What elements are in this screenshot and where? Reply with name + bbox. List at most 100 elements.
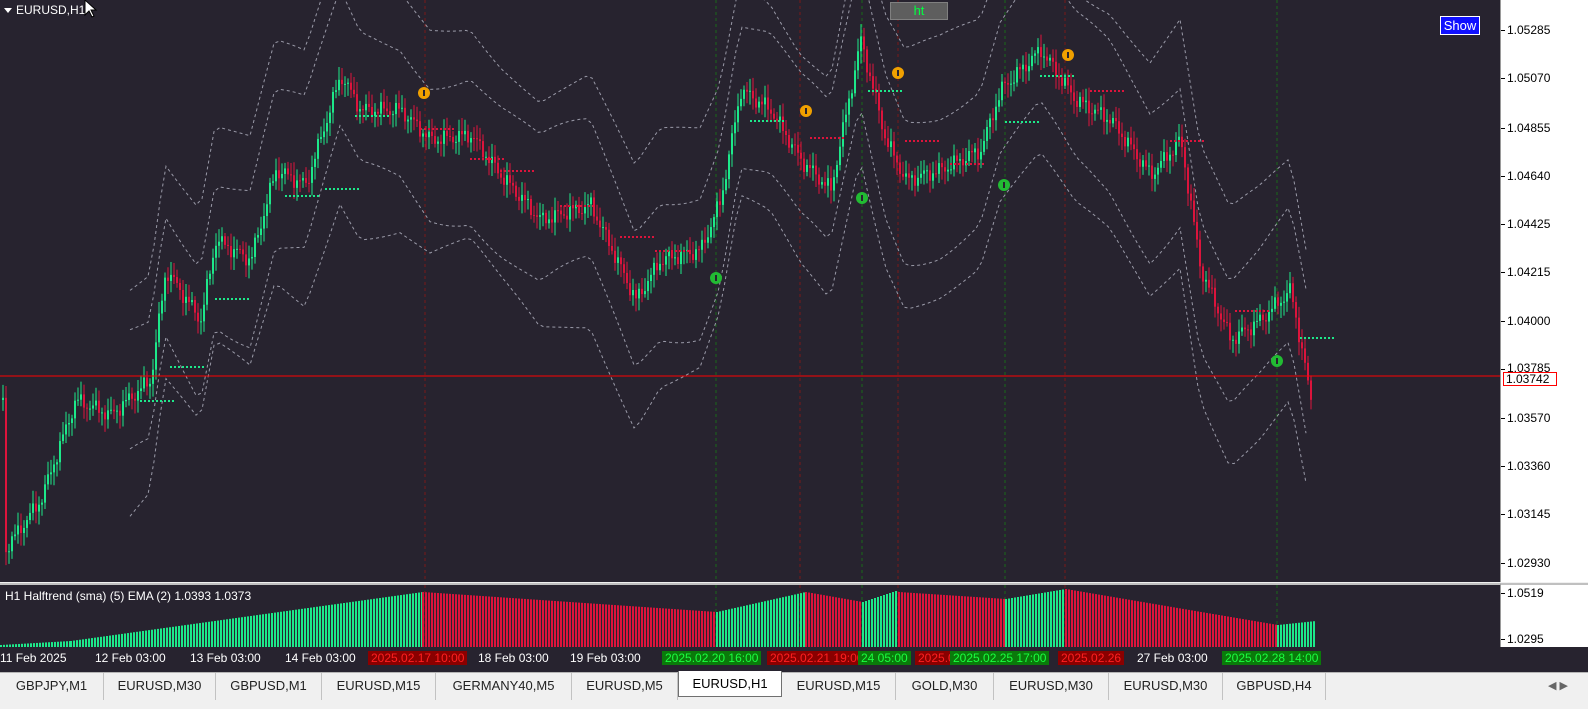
- candle-body: [245, 254, 247, 266]
- halftrend-dot: [325, 188, 327, 190]
- halftrend-dot: [620, 236, 622, 238]
- chart-menu-triangle-icon[interactable]: [4, 7, 12, 13]
- candle-body: [629, 283, 631, 296]
- candle-body: [749, 90, 751, 92]
- price-chart[interactable]: EURUSD,H1 ht Show: [0, 0, 1500, 582]
- tab-eurusd-m5[interactable]: EURUSD,M5: [572, 673, 678, 700]
- candle-body: [446, 130, 448, 136]
- candle-body: [833, 177, 835, 191]
- histogram-bar: [1215, 614, 1217, 647]
- candle-body: [1253, 321, 1255, 336]
- histogram-bar: [605, 604, 607, 647]
- candle-body: [776, 118, 778, 121]
- halftrend-dot: [909, 140, 911, 142]
- histogram-bar: [958, 595, 960, 647]
- tab-eurusd-m30[interactable]: EURUSD,M30: [104, 673, 216, 700]
- histogram-bar: [1260, 622, 1262, 647]
- indicator-scale[interactable]: 1.0519 1.0295: [1500, 583, 1588, 647]
- candle-body: [1025, 64, 1027, 72]
- tab-gbpusd-m1[interactable]: GBPUSD,M1: [216, 673, 322, 700]
- tab-eurusd-m30[interactable]: EURUSD,M30: [1109, 673, 1223, 700]
- tick-mark: [1501, 593, 1505, 594]
- halftrend-dot: [1021, 121, 1023, 123]
- candle-body: [263, 216, 265, 229]
- histogram-bar: [482, 596, 484, 647]
- histogram-bar: [193, 623, 195, 647]
- indicator-scale-label: 1.0519: [1507, 586, 1544, 600]
- tab-gbpusd-h4[interactable]: GBPUSD,H4: [1223, 673, 1326, 700]
- tab-eurusd-h1[interactable]: EURUSD,H1: [678, 671, 782, 697]
- ht-button[interactable]: ht: [890, 2, 948, 20]
- histogram-bar: [259, 614, 261, 647]
- histogram-bar: [1191, 610, 1193, 647]
- halftrend-dot: [1060, 75, 1062, 77]
- halftrend-dot: [1263, 310, 1265, 312]
- price-scale[interactable]: 1.05285 1.05070 1.04855 1.04640 1.04425 …: [1500, 0, 1588, 582]
- histogram-bar: [928, 593, 930, 647]
- candle-body: [107, 410, 109, 420]
- halftrend-dot: [1190, 140, 1192, 142]
- candle-body: [113, 409, 115, 412]
- histogram-bar: [464, 594, 466, 647]
- candle-body: [332, 91, 334, 113]
- halftrend-dot: [1182, 140, 1184, 142]
- candle-body: [581, 213, 583, 215]
- histogram-bar: [226, 619, 228, 647]
- halftrend-dot: [814, 137, 816, 139]
- histogram-bar: [653, 607, 655, 647]
- time-axis[interactable]: 11 Feb 2025 12 Feb 03:00 13 Feb 03:00 14…: [0, 647, 1588, 672]
- price-label: 1.04215: [1507, 265, 1551, 279]
- tab-gbpjpy-m1[interactable]: GBPJPY,M1: [0, 673, 104, 700]
- candle-body: [83, 394, 85, 408]
- histogram-bar: [145, 630, 147, 647]
- candle-body: [995, 106, 997, 121]
- candle-body: [611, 245, 613, 251]
- candle-body: [1007, 83, 1009, 85]
- tab-eurusd-m30[interactable]: EURUSD,M30: [994, 673, 1109, 700]
- halftrend-dot: [884, 90, 886, 92]
- histogram-bar: [235, 618, 237, 647]
- tab-eurusd-m15[interactable]: EURUSD,M15: [322, 673, 436, 700]
- histogram-bar: [325, 605, 327, 647]
- chart-canvas[interactable]: [0, 0, 1500, 582]
- halftrend-indicator-window[interactable]: H1 Halftrend (sma) (5) EMA (2) 1.0393 1.…: [0, 583, 1500, 647]
- tab-eurusd-m15[interactable]: EURUSD,M15: [782, 673, 896, 700]
- histogram-bar: [298, 609, 300, 647]
- halftrend-dot: [675, 250, 677, 252]
- candle-body: [1187, 167, 1189, 194]
- candle-body: [590, 197, 592, 205]
- histogram-bar: [91, 638, 93, 647]
- current-price-label: 1.03742: [1503, 372, 1557, 386]
- tab-gold-m30[interactable]: GOLD,M30: [896, 673, 994, 700]
- time-label: 27 Feb 03:00: [1137, 651, 1208, 665]
- histogram-bar: [862, 602, 864, 647]
- histogram-bar: [1059, 590, 1061, 647]
- chart-symbol-title[interactable]: EURUSD,H1: [4, 3, 85, 17]
- histogram-bar: [826, 595, 828, 647]
- candle-body: [800, 152, 802, 159]
- show-button[interactable]: Show: [1440, 16, 1480, 35]
- candle-body: [818, 174, 820, 185]
- halftrend-dot: [1235, 310, 1237, 312]
- histogram-bar: [803, 592, 805, 647]
- candle-body: [194, 300, 196, 313]
- histogram-bar: [415, 592, 417, 647]
- histogram-bar: [1209, 613, 1211, 647]
- halftrend-dot: [1013, 121, 1015, 123]
- histogram-bar: [1239, 618, 1241, 647]
- histogram-bar: [1185, 609, 1187, 647]
- candle-body: [728, 154, 730, 180]
- candle-body: [1001, 81, 1003, 101]
- candle-body: [1214, 287, 1216, 307]
- histogram-bar: [961, 596, 963, 647]
- histogram-bar: [241, 617, 243, 647]
- histogram-bar: [358, 600, 360, 647]
- halftrend-dot: [285, 195, 287, 197]
- price-label: 1.03145: [1507, 507, 1551, 521]
- tab-germany40-m5[interactable]: GERMANY40,M5: [436, 673, 572, 700]
- halftrend-dot: [520, 170, 522, 172]
- candle-body: [134, 398, 136, 401]
- tab-scroll-arrows-icon[interactable]: ◀ ▶: [1548, 679, 1568, 692]
- candle-body: [251, 256, 253, 259]
- candle-body: [500, 173, 502, 178]
